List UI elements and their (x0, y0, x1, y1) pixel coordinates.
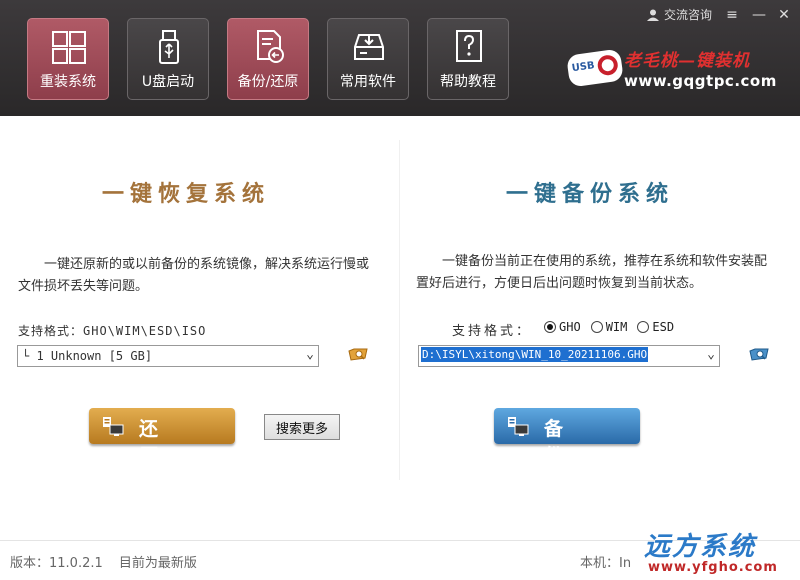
tab-usb-boot[interactable]: U盘启动 (127, 18, 209, 100)
site-watermark: 远方系统 www.yfgho.com (636, 524, 800, 580)
brand-logo: USB 老毛桃—键装机 www.gqgtpc.com (566, 46, 790, 96)
user-support-icon (646, 9, 659, 21)
tab-label: U盘启动 (141, 74, 195, 90)
backup-button-label: 备份 (544, 418, 598, 467)
chevron-down-icon: ⌄ (306, 347, 314, 362)
update-status: 目前为最新版 (118, 556, 197, 571)
backup-title: 一键备份系统 (506, 182, 675, 207)
backup-restore-icon (257, 30, 284, 63)
radio-gho[interactable]: GHO (544, 320, 581, 334)
restore-format-label: 支持格式：GHO\WIM\ESD\ISO (18, 324, 207, 338)
radio-label: ESD (652, 320, 675, 334)
tab-backup-restore[interactable]: 备份/还原 (227, 18, 309, 100)
tab-help-tutorial[interactable]: 帮助教程 (427, 18, 509, 100)
help-document-icon (456, 30, 482, 62)
window-controls: 交流咨询 ≡ — ✕ (646, 6, 790, 23)
version-info: 版本：11.0.2.1 目前为最新版 (10, 552, 209, 571)
version-text: 版本：11.0.2.1 (10, 556, 103, 571)
browse-folder-icon[interactable] (748, 346, 770, 362)
restore-button-label: 还原 (139, 418, 193, 467)
restore-computer-icon (103, 417, 124, 436)
tab-common-software[interactable]: 常用软件 (327, 18, 409, 100)
consult-button[interactable]: 交流咨询 (646, 6, 712, 23)
local-machine-info: 本机：In (580, 556, 632, 571)
badge-text: USB (571, 60, 596, 75)
minimize-icon[interactable]: — (752, 8, 766, 22)
radio-label: GHO (559, 320, 581, 334)
tab-label: 帮助教程 (440, 74, 496, 90)
tab-label: 备份/还原 (237, 74, 299, 90)
restore-title: 一键恢复系统 (102, 182, 271, 207)
consult-label: 交流咨询 (663, 8, 712, 22)
chevron-down-icon: ⌄ (707, 347, 715, 362)
windows-icon (52, 31, 86, 64)
backup-path-value: D:\ISYL\xitong\WIN_10_20211106.GHO (421, 347, 649, 362)
brand-title: 老毛桃—键装机 (624, 51, 750, 71)
backup-description: 一键备份当前正在使用的系统，推荐在系统和软件安装配置好后进行，方便日后出问题时恢… (416, 254, 768, 291)
radio-wim[interactable]: WIM (590, 320, 628, 334)
tab-label: 重装系统 (40, 74, 96, 90)
usb-drive-icon (159, 30, 179, 64)
backup-format-radios: GHO WIM ESD (544, 320, 674, 334)
watermark-url: www.yfgho.com (648, 560, 778, 575)
search-more-button[interactable]: 搜索更多 (264, 414, 340, 440)
restore-image-select[interactable]: └ 1 Unknown [5 GB] ⌄ (17, 345, 319, 367)
radio-button (590, 321, 603, 333)
restore-description: 一键还原新的或以前备份的系统镜像，解决系统运行慢或文件损坏丢失等问题。 (18, 257, 370, 294)
radio-esd[interactable]: ESD (637, 320, 674, 334)
menu-icon[interactable]: ≡ (726, 8, 738, 22)
tab-label: 常用软件 (340, 74, 396, 90)
backup-button[interactable]: 备份 (494, 408, 640, 467)
browse-folder-icon[interactable] (347, 346, 369, 362)
brand-url: www.gqgtpc.com (624, 72, 777, 90)
panel-divider (399, 140, 400, 480)
usb-badge-icon: USB (566, 48, 624, 88)
close-icon[interactable]: ✕ (778, 8, 790, 22)
backup-computer-icon (508, 417, 529, 436)
software-box-icon (354, 34, 384, 60)
radio-button (544, 321, 556, 333)
restore-button[interactable]: 还原 (89, 408, 235, 467)
watermark-title: 远方系统 (644, 532, 757, 562)
backup-path-select[interactable]: D:\ISYL\xitong\WIN_10_20211106.GHO ⌄ (418, 345, 720, 367)
app-header: 交流咨询 ≡ — ✕ 重装系统 U盘启动 备份/还原 常用软件 帮助教程 USB… (0, 0, 800, 116)
tab-reinstall-system[interactable]: 重装系统 (27, 18, 109, 100)
radio-label: WIM (605, 320, 628, 334)
radio-button (637, 321, 650, 333)
restore-image-value: └ 1 Unknown [5 GB] (22, 349, 153, 363)
backup-format-label: 支持格式： (452, 324, 533, 339)
